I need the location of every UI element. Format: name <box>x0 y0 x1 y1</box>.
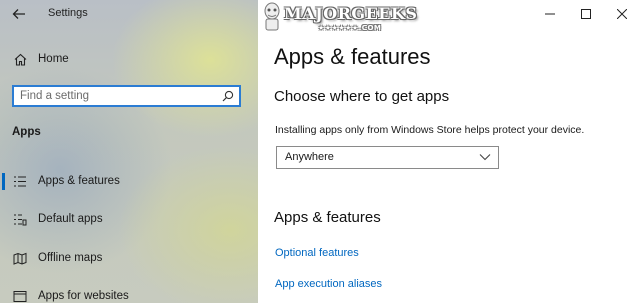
home-icon <box>13 52 27 66</box>
back-button[interactable] <box>8 4 30 24</box>
chevron-down-icon <box>479 154 491 161</box>
back-arrow-icon <box>12 9 25 19</box>
close-icon <box>617 9 627 19</box>
web-link-icon <box>13 289 27 303</box>
watermark-mascot-icon <box>264 2 280 31</box>
install-source-dropdown[interactable]: Anywhere <box>276 146 499 169</box>
watermark-subtext: ★★★★★★.COM <box>318 24 382 32</box>
watermark-text: MAJORGEEKS <box>284 4 418 23</box>
search-icon[interactable] <box>222 90 234 102</box>
sidebar-item-label: Default apps <box>38 213 103 225</box>
sidebar-item-label: Apps & features <box>38 175 120 187</box>
choose-apps-heading: Choose where to get apps <box>274 88 450 105</box>
close-button[interactable] <box>602 0 640 28</box>
sidebar-item-label: Offline maps <box>38 252 103 264</box>
settings-sidebar: Settings Home Apps Apps & features <box>0 0 258 303</box>
dropdown-selected-value: Anywhere <box>285 151 334 163</box>
section-heading: Apps <box>12 126 41 138</box>
sidebar-item-apps-features[interactable]: Apps & features <box>0 166 258 196</box>
sidebar-item-offline-maps[interactable]: Offline maps <box>0 243 258 273</box>
window-title: Settings <box>48 7 88 19</box>
minimize-button[interactable] <box>530 0 570 28</box>
apps-features-heading: Apps & features <box>274 209 381 226</box>
sidebar-item-apps-for-websites[interactable]: Apps for websites <box>0 281 258 303</box>
minimize-icon <box>545 13 555 15</box>
maximize-button[interactable] <box>566 0 606 28</box>
app-execution-aliases-link[interactable]: App execution aliases <box>275 278 382 290</box>
sidebar-item-label: Home <box>38 53 69 65</box>
default-apps-icon <box>13 212 27 226</box>
watermark-logo: MAJORGEEKS ★★★★★★.COM <box>262 0 417 40</box>
maximize-icon <box>581 9 591 19</box>
sidebar-item-label: Apps for websites <box>38 290 129 302</box>
optional-features-link[interactable]: Optional features <box>275 247 359 259</box>
search-box[interactable] <box>12 85 241 107</box>
install-description: Installing apps only from Windows Store … <box>275 124 585 136</box>
sidebar-item-home[interactable]: Home <box>0 44 258 74</box>
page-title: Apps & features <box>274 44 431 69</box>
map-icon <box>13 251 27 265</box>
list-icon <box>13 174 27 188</box>
sidebar-item-default-apps[interactable]: Default apps <box>0 204 258 234</box>
search-input[interactable] <box>20 89 210 103</box>
